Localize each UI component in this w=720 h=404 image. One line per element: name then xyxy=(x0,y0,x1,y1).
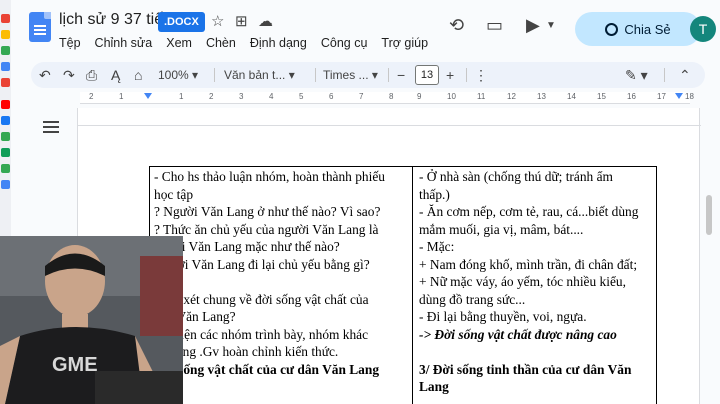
spellcheck-icon[interactable]: Ą xyxy=(111,62,120,88)
more-options-icon[interactable]: ⋮ xyxy=(474,62,488,88)
docs-header: lịch sử 9 37 tiết .DOCX ☆ ⊞ ☁ Tệp Chỉnh … xyxy=(11,0,720,58)
star-icon[interactable]: ☆ xyxy=(211,12,224,30)
undo-icon[interactable]: ↶ xyxy=(39,62,51,88)
menu-edit[interactable]: Chỉnh sửa xyxy=(95,36,153,50)
webcam-person-image: GME xyxy=(0,236,183,404)
menu-tools[interactable]: Công cụ xyxy=(321,36,368,50)
print-icon[interactable]: ⎙ xyxy=(86,62,97,88)
table-cell-right[interactable]: - Ở nhà sàn (chống thú dữ; tránh ẩm thấp… xyxy=(413,167,657,404)
avatar[interactable]: T xyxy=(690,16,716,42)
extension-icon[interactable] xyxy=(1,180,10,189)
collapse-menus-icon[interactable]: ⌃ xyxy=(679,62,691,88)
share-label: Chia Sẻ xyxy=(624,21,671,37)
menu-file[interactable]: Tệp xyxy=(59,36,81,50)
menu-format[interactable]: Định dạng xyxy=(250,36,307,50)
extension-icon[interactable] xyxy=(1,164,10,173)
menu-insert[interactable]: Chèn xyxy=(206,36,236,50)
google-docs-icon[interactable] xyxy=(29,12,51,42)
document-outline-icon[interactable] xyxy=(43,121,59,133)
right-indent-marker[interactable] xyxy=(675,93,683,99)
menu-view[interactable]: Xem xyxy=(166,36,192,50)
editing-mode-icon[interactable]: ✎ ▾ xyxy=(625,62,648,88)
font-size-input[interactable]: 13 xyxy=(415,65,439,85)
menu-help[interactable]: Trợ giúp xyxy=(381,36,428,50)
comments-icon[interactable]: ▭ xyxy=(486,15,503,36)
zoom-select[interactable]: 100% ▾ xyxy=(158,62,198,88)
cloud-status-icon[interactable]: ☁ xyxy=(258,12,273,30)
extension-icon[interactable] xyxy=(1,148,10,157)
chevron-down-icon[interactable]: ▼ xyxy=(546,20,556,31)
vertical-scrollbar[interactable] xyxy=(706,195,712,235)
meet-icon[interactable]: ▶ xyxy=(526,15,540,36)
decrease-font-size-icon[interactable]: − xyxy=(397,62,405,88)
globe-icon xyxy=(605,22,619,36)
extension-icon[interactable] xyxy=(1,78,10,87)
extension-icon[interactable] xyxy=(1,132,10,141)
redo-icon[interactable]: ↷ xyxy=(63,62,75,88)
extension-icon[interactable] xyxy=(1,116,10,125)
menu-bar: Tệp Chỉnh sửa Xem Chèn Định dạng Công cụ… xyxy=(59,36,428,50)
move-folder-icon[interactable]: ⊞ xyxy=(235,12,248,30)
version-history-icon[interactable]: ⟲ xyxy=(449,15,464,36)
document-title[interactable]: lịch sử 9 37 tiết xyxy=(59,11,168,29)
content-table: - Cho hs thảo luận nhóm, hoàn thành phiế… xyxy=(149,166,657,404)
share-button[interactable]: Chia Sẻ xyxy=(575,12,701,46)
extension-icon[interactable] xyxy=(1,100,10,109)
font-family-select[interactable]: Times ... ▾ xyxy=(323,62,378,88)
left-indent-marker[interactable] xyxy=(144,93,152,99)
paragraph-style-select[interactable]: Văn bản t... ▾ xyxy=(224,62,295,88)
extension-icon[interactable] xyxy=(1,46,10,55)
screen: lịch sử 9 37 tiết .DOCX ☆ ⊞ ☁ Tệp Chỉnh … xyxy=(0,0,720,404)
webcam-overlay: GME xyxy=(0,236,183,404)
extension-icon[interactable] xyxy=(1,14,10,23)
table-cell-left[interactable]: - Cho hs thảo luận nhóm, hoàn thành phiế… xyxy=(150,167,413,404)
extension-icon[interactable] xyxy=(1,30,10,39)
page-break xyxy=(78,108,701,126)
horizontal-ruler[interactable]: 2 1 1 2 3 4 5 6 7 8 9 10 11 12 13 14 15 … xyxy=(80,92,700,104)
increase-font-size-icon[interactable]: + xyxy=(446,62,454,88)
extension-icon[interactable] xyxy=(1,62,10,71)
svg-text:GME: GME xyxy=(52,354,98,376)
formatting-toolbar: ↶ ↷ ⎙ Ą ⌂ 100% ▾ Văn bản t... ▾ Times ..… xyxy=(31,62,705,88)
paint-format-icon[interactable]: ⌂ xyxy=(134,62,142,88)
file-type-badge: .DOCX xyxy=(158,12,205,32)
